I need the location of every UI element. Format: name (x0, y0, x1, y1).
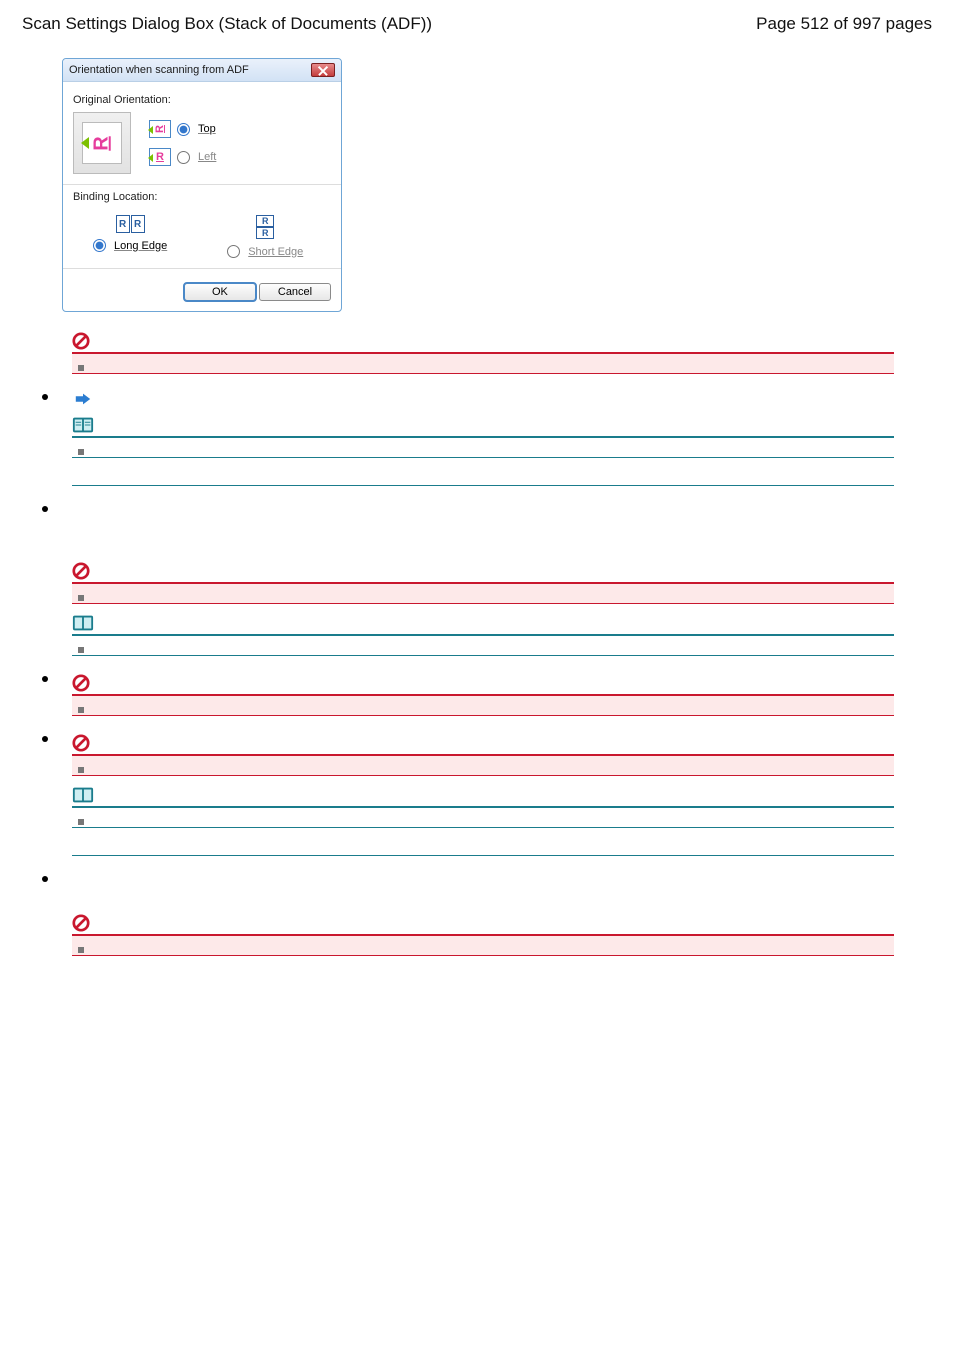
prohibit-icon (72, 332, 90, 350)
orientation-left-icon: R (149, 148, 171, 166)
orientation-left-option[interactable]: R Left (149, 148, 216, 166)
orientation-top-option[interactable]: R Top (149, 120, 216, 138)
binding-short-edge-option[interactable]: RR Short Edge (227, 215, 303, 258)
close-icon[interactable] (311, 63, 335, 77)
binding-short-edge-radio[interactable] (227, 245, 240, 258)
prohibit-icon (72, 914, 90, 932)
orientation-top-label: Top (198, 123, 216, 135)
orientation-top-icon: R (149, 120, 171, 138)
dialog-title: Orientation when scanning from ADF (69, 64, 249, 76)
binding-short-edge-label: Short Edge (248, 246, 303, 258)
cancel-button[interactable]: Cancel (259, 283, 331, 301)
arrow-right-icon (74, 392, 92, 406)
note-important-1 (72, 332, 894, 374)
binding-long-edge-label: Long Edge (114, 240, 167, 252)
note-important-3 (72, 674, 894, 716)
original-orientation-label: Original Orientation: (73, 94, 331, 106)
orientation-dialog: Orientation when scanning from ADF Origi… (62, 58, 342, 312)
orientation-left-label: Left (198, 151, 216, 163)
orientation-preview: R (73, 112, 131, 174)
ok-button[interactable]: OK (184, 283, 256, 301)
note-important-4 (72, 734, 894, 776)
binding-long-edge-option[interactable]: RR Long Edge (93, 215, 167, 252)
binding-short-edge-icon: RR (256, 215, 274, 239)
binding-location-label: Binding Location: (73, 191, 331, 203)
binding-long-edge-icon: RR (116, 215, 145, 233)
binding-long-edge-radio[interactable] (93, 239, 106, 252)
page-topic: Scan Settings Dialog Box (Stack of Docum… (22, 14, 432, 34)
note-book-2 (72, 614, 894, 656)
prohibit-icon (72, 674, 90, 692)
orientation-top-radio[interactable] (177, 123, 190, 136)
prohibit-icon (72, 734, 90, 752)
book-icon (72, 416, 94, 434)
prohibit-icon (72, 562, 90, 580)
orientation-left-radio[interactable] (177, 151, 190, 164)
page-location: Page 512 of 997 pages (756, 14, 932, 34)
note-book-3 (72, 786, 894, 856)
note-important-5 (72, 914, 894, 956)
book-icon (72, 786, 94, 804)
book-icon (72, 614, 94, 632)
note-important-2 (72, 562, 894, 604)
note-book-1 (72, 416, 894, 486)
